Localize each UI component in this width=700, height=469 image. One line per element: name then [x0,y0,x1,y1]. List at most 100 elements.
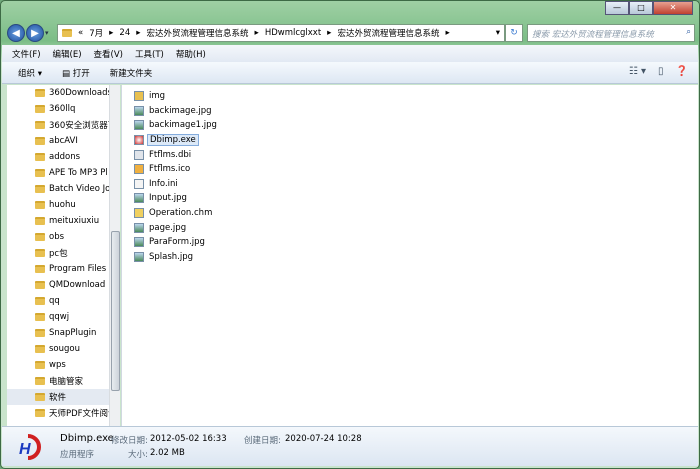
menu-tools[interactable]: 工具(T) [135,48,164,60]
menu-view[interactable]: 查看(V) [94,48,123,60]
detail-type: 应用程序 [60,450,95,460]
menu-file[interactable]: 文件(F) [12,48,41,60]
search-icon[interactable]: ⌕ [686,27,691,37]
search-placeholder: 搜索 宏达外贸流程管理信息系统 [532,30,654,40]
forward-button[interactable]: ▶ [26,24,44,42]
refresh-button[interactable]: ↻ [505,24,523,42]
sidebar-item[interactable]: qqwj [7,309,120,325]
preview-pane-icon[interactable]: ▯ [658,66,664,77]
folder-icon [35,121,45,129]
breadcrumb-current[interactable]: 宏达外贸流程管理信息系统 [337,27,439,39]
sidebar-item-label: qqwj [49,312,70,322]
sidebar-item[interactable]: 360Downloads [7,85,120,101]
image-file-icon [134,105,144,116]
ico-file-icon [134,164,144,175]
close-button[interactable]: ✕ [653,1,693,15]
sidebar-item-label: pc包 [49,249,68,259]
maximize-button[interactable]: □ [629,1,653,15]
sidebar-item[interactable]: 360llq [7,101,120,117]
sidebar-item[interactable]: 360安全浏览器下载 [7,117,120,133]
sidebar-item-label: 天师PDF文件阅读 [49,409,117,419]
file-name: Ftflms.dbi [149,149,192,160]
back-button[interactable]: ◀ [7,24,25,42]
file-item[interactable]: Ftflms.ico [122,162,698,177]
chm-file-icon [134,208,144,219]
sidebar-item[interactable]: QMDownload [7,277,120,293]
help-icon[interactable]: ❓ [676,66,688,77]
sidebar-item-label: abcAVI [49,136,78,146]
sidebar-item[interactable]: addons [7,149,120,165]
scrollbar-thumb[interactable] [111,231,120,391]
app-logo-icon: H [19,434,41,460]
sidebar-item[interactable]: 软件 [7,389,120,405]
file-item[interactable]: Operation.chm [122,206,698,221]
ini-file-icon [134,178,144,189]
view-options-icon[interactable]: ☷ ▾ [629,66,646,77]
breadcrumb-system[interactable]: 宏达外贸流程管理信息系统 [147,27,249,39]
file-item[interactable]: backimage1.jpg [122,118,698,133]
sidebar-item[interactable]: wps [7,357,120,373]
command-bar: 组织 ▾ ▤ 打开 新建文件夹 ☷ ▾ ▯ ❓ [2,62,698,84]
file-item[interactable]: img [122,89,698,104]
sidebar-item-label: addons [49,152,81,162]
sidebar-item[interactable]: Batch Video Jo [7,181,120,197]
new-folder-button[interactable]: 新建文件夹 [110,67,153,79]
sidebar-item[interactable]: 电脑管家 [7,373,120,389]
sidebar-item-label: 360llq [49,104,76,114]
window-controls: — □ ✕ [605,1,693,15]
navigation-pane: 360Downloads 360llq 360安全浏览器下载 abcAVI addons… [7,85,120,426]
sidebar-item[interactable]: abcAVI [7,133,120,149]
minimize-button[interactable]: — [605,1,629,15]
breadcrumb-overflow[interactable]: « [78,28,83,38]
file-item[interactable]: page.jpg [122,220,698,235]
organize-button[interactable]: 组织 ▾ [18,67,42,79]
sidebar-item[interactable]: APE To MP3 Pl [7,165,120,181]
file-item[interactable]: Ftflms.dbi [122,147,698,162]
open-button[interactable]: ▤ 打开 [62,67,90,79]
file-item[interactable]: ParaForm.jpg [122,235,698,250]
file-item[interactable]: Splash.jpg [122,250,698,265]
menu-edit[interactable]: 编辑(E) [53,48,82,60]
exe-file-icon [134,135,144,146]
explorer-window: — □ ✕ ◀ ▶ ▾ « 7月 ▸ 24 ▸ 宏达外贸流程管理信息系统 ▸ HDwm… [0,0,700,469]
sidebar-item[interactable]: 天师PDF文件阅读 [7,405,120,421]
sidebar-item-label: 软件 [49,393,67,403]
sidebar-item[interactable]: sougou [7,341,120,357]
image-file-icon [134,193,144,204]
sidebar-item[interactable]: qq [7,293,120,309]
sidebar-item[interactable]: huohu [7,197,120,213]
modified-value: 2012-05-02 16:33 [150,434,227,444]
image-file-icon [134,222,144,233]
folder-icon [35,361,45,369]
sidebar-item[interactable]: pc包 [7,245,120,261]
folder-icon [35,153,45,161]
sidebar-item[interactable]: meituxiuxiu [7,213,120,229]
sidebar-item[interactable]: Program Files [7,261,120,277]
sidebar-item[interactable]: obs [7,229,120,245]
sidebar-item[interactable]: SnapPlugin [7,325,120,341]
address-bar[interactable]: « 7月 ▸ 24 ▸ 宏达外贸流程管理信息系统 ▸ HDwmlcglxxt ▸ 宏达外… [57,24,505,42]
breadcrumb-7月[interactable]: 7月 [89,27,103,39]
file-name: ParaForm.jpg [149,237,205,248]
file-item[interactable]: Dbimp.exe [122,133,698,148]
search-input[interactable]: 搜索 宏达外贸流程管理信息系统 ⌕ [527,24,695,42]
image-file-icon [134,120,144,131]
file-list: img backimage.jpg backimage1.jpg Dbimp.exe F… [121,85,698,426]
file-name: img [149,91,166,102]
address-dropdown-icon[interactable]: ▾ [496,28,500,38]
folder-icon [35,89,45,97]
file-name: Ftflms.ico [149,164,191,175]
svg-text:H: H [19,441,31,458]
sidebar-scrollbar[interactable] [109,85,120,426]
history-dropdown-icon[interactable]: ▾ [45,29,49,37]
sidebar-item-label: huohu [49,200,76,210]
folder-icon [35,345,45,353]
file-name: backimage1.jpg [149,120,217,131]
file-item[interactable]: Input.jpg [122,191,698,206]
breadcrumb-hdwmlcglxxt[interactable]: HDwmlcglxxt [265,28,321,38]
file-item[interactable]: Info.ini [122,177,698,192]
menu-help[interactable]: 帮助(H) [176,48,206,60]
detail-filename: Dbimp.exe [60,433,114,444]
breadcrumb-24[interactable]: 24 [119,28,130,38]
file-item[interactable]: backimage.jpg [122,104,698,119]
